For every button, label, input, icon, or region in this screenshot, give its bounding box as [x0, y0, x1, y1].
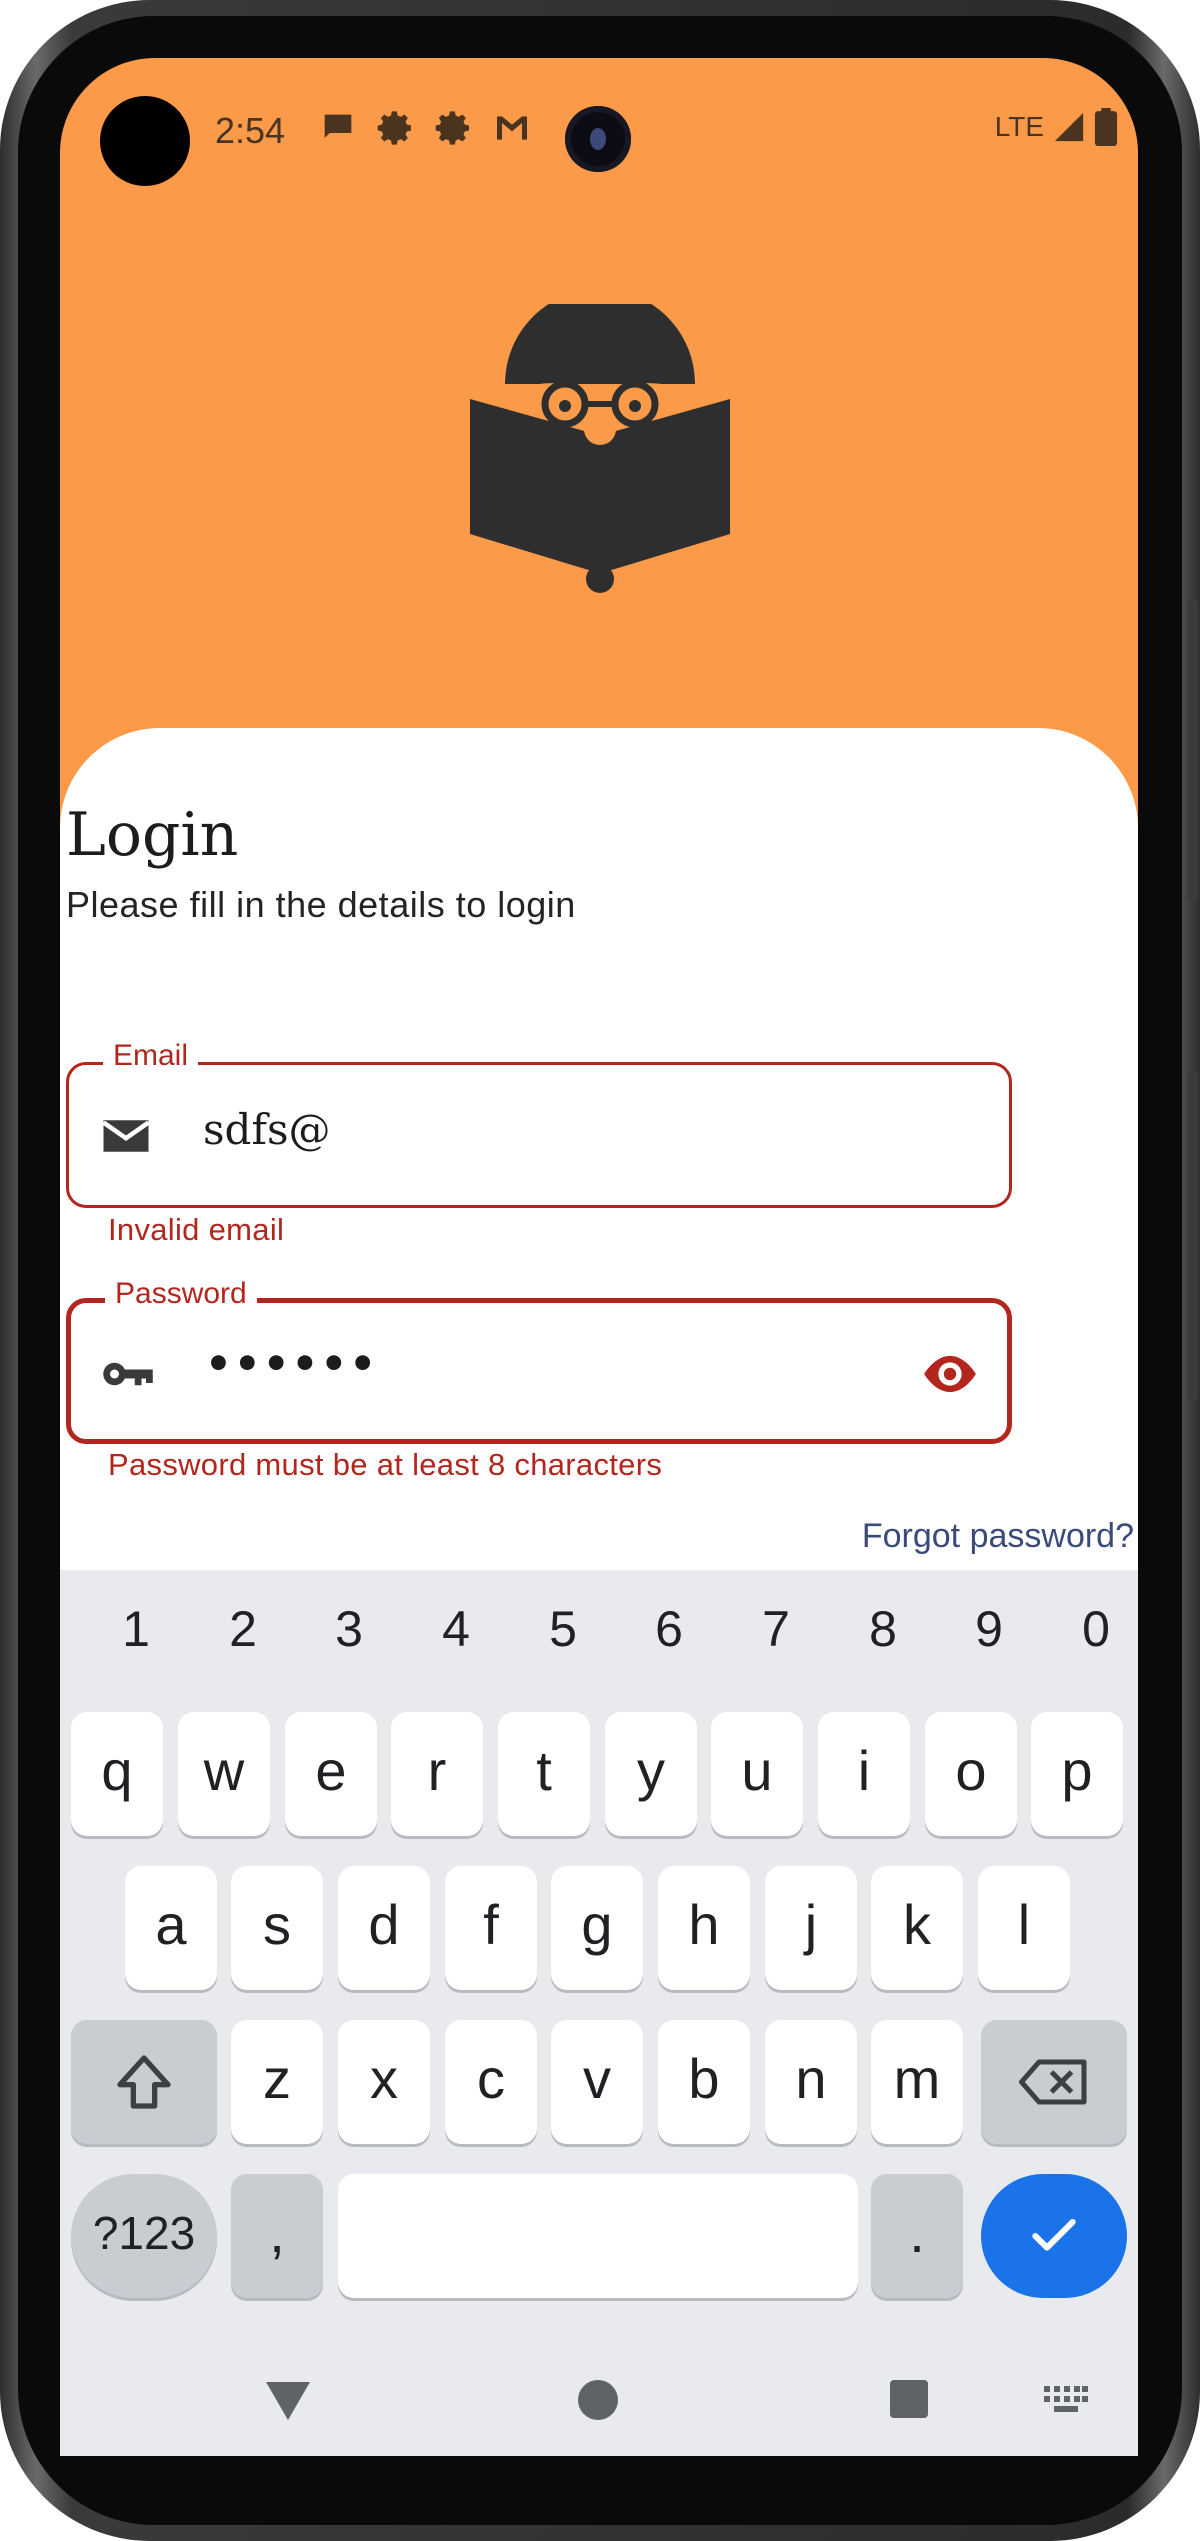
key-z[interactable]: z	[231, 2020, 323, 2144]
key-e[interactable]: e	[285, 1712, 377, 1836]
period-key[interactable]: .	[871, 2174, 963, 2298]
status-bar: 2:54 LTE	[60, 58, 1138, 198]
gmail-icon	[497, 116, 527, 140]
soft-keyboard: 1 2 3 4 5 6 7 8 9 0 q w e r t y u i o p …	[60, 1570, 1138, 2456]
space-key[interactable]	[338, 2174, 858, 2298]
key-n[interactable]: n	[765, 2020, 857, 2144]
front-camera	[565, 106, 631, 172]
password-label: Password	[105, 1277, 257, 1311]
key-m[interactable]: m	[871, 2020, 963, 2144]
key-v[interactable]: v	[551, 2020, 643, 2144]
key-4[interactable]: 4	[416, 1600, 496, 1658]
backspace-key[interactable]	[981, 2020, 1127, 2144]
key-q[interactable]: q	[71, 1712, 163, 1836]
key-o[interactable]: o	[925, 1712, 1017, 1836]
nav-home-icon[interactable]	[578, 2380, 618, 2420]
camera-cutout	[100, 96, 190, 186]
key-b[interactable]: b	[658, 2020, 750, 2144]
key-r[interactable]: r	[391, 1712, 483, 1836]
key-x[interactable]: x	[338, 2020, 430, 2144]
key-d[interactable]: d	[338, 1866, 430, 1990]
key-2[interactable]: 2	[203, 1600, 283, 1658]
forgot-password-link[interactable]: Forgot password?	[862, 1517, 1134, 1556]
key-7[interactable]: 7	[736, 1600, 816, 1658]
nav-back-icon[interactable]	[264, 2380, 312, 2422]
password-input-value[interactable]: ••••••	[205, 1339, 378, 1388]
key-t[interactable]: t	[498, 1712, 590, 1836]
key-3[interactable]: 3	[309, 1600, 389, 1658]
battery-icon	[1094, 108, 1118, 146]
shift-key[interactable]	[71, 2020, 217, 2144]
key-i[interactable]: i	[818, 1712, 910, 1836]
checkmark-icon	[1032, 2218, 1076, 2251]
key-a[interactable]: a	[125, 1866, 217, 1990]
network-type: LTE	[994, 111, 1044, 142]
keyboard-switch-icon[interactable]	[1044, 2386, 1088, 2414]
key-icon	[103, 1362, 153, 1386]
done-key[interactable]	[981, 2174, 1127, 2298]
password-error: Password must be at least 8 characters	[108, 1447, 663, 1482]
show-password-icon[interactable]	[919, 1343, 981, 1405]
email-label: Email	[103, 1039, 199, 1073]
backspace-icon	[1019, 2059, 1087, 2105]
key-l[interactable]: l	[978, 1866, 1070, 1990]
key-c[interactable]: c	[445, 2020, 537, 2144]
email-input-value[interactable]: sdfs@	[203, 1105, 331, 1154]
key-1[interactable]: 1	[96, 1600, 176, 1658]
key-w[interactable]: w	[178, 1712, 270, 1836]
key-h[interactable]: h	[658, 1866, 750, 1990]
volume-button	[1188, 1070, 1198, 1400]
key-y[interactable]: y	[605, 1712, 697, 1836]
key-u[interactable]: u	[711, 1712, 803, 1836]
key-k[interactable]: k	[871, 1866, 963, 1990]
reader-logo-icon	[470, 304, 730, 593]
chat-bubble-icon	[324, 114, 352, 138]
settings-icon	[435, 111, 469, 145]
key-8[interactable]: 8	[843, 1600, 923, 1658]
key-g[interactable]: g	[551, 1866, 643, 1990]
signal-icon	[1054, 112, 1084, 142]
key-s[interactable]: s	[231, 1866, 323, 1990]
key-9[interactable]: 9	[949, 1600, 1029, 1658]
key-6[interactable]: 6	[629, 1600, 709, 1658]
email-error: Invalid email	[108, 1212, 285, 1247]
power-button	[1188, 600, 1198, 900]
key-5[interactable]: 5	[523, 1600, 603, 1658]
password-field[interactable]: Password ••••••	[66, 1277, 1012, 1444]
status-time: 2:54	[215, 110, 286, 151]
key-j[interactable]: j	[765, 1866, 857, 1990]
number-row: 1 2 3 4 5 6 7 8 9 0	[60, 1570, 1138, 1680]
nav-recents-icon[interactable]	[890, 2380, 928, 2418]
email-field[interactable]: Email sdfs@	[66, 1039, 1012, 1208]
key-f[interactable]: f	[445, 1866, 537, 1990]
key-p[interactable]: p	[1031, 1712, 1123, 1836]
page-subtitle: Please fill in the details to login	[66, 884, 576, 925]
key-0[interactable]: 0	[1056, 1600, 1136, 1658]
symbols-key[interactable]: ?123	[71, 2174, 217, 2298]
notification-icons	[318, 108, 532, 148]
comma-key[interactable]: ,	[231, 2174, 323, 2298]
navigation-bar	[60, 2360, 1138, 2456]
mail-icon	[102, 1120, 150, 1152]
shift-icon	[117, 2055, 171, 2109]
page-title: Login	[66, 800, 239, 870]
status-right: LTE	[995, 108, 1118, 146]
settings-icon	[377, 111, 411, 145]
